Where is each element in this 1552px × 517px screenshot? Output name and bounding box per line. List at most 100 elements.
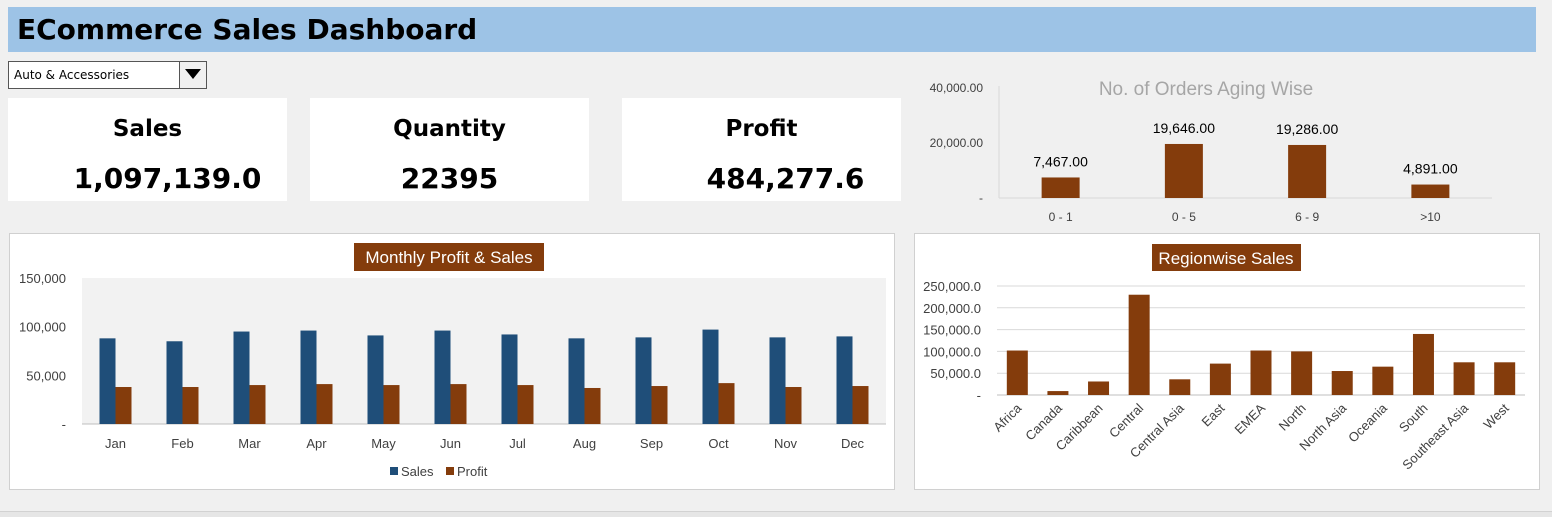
x-tick-label: Sep (640, 436, 663, 451)
legend-swatch (390, 467, 398, 475)
bar (1250, 350, 1272, 395)
kpi-card-profit: Profit 484,277.6 (622, 98, 901, 201)
region-chart-panel: Regionwise Sales - 50,000.0 100,000.0 150,00… (914, 233, 1540, 490)
bar (1291, 351, 1313, 395)
bar (1209, 363, 1231, 395)
x-tick-label: >10 (1420, 210, 1441, 224)
x-tick-label: Jun (440, 436, 461, 451)
bar (1006, 350, 1028, 395)
bar-profit (718, 383, 735, 424)
bar (1372, 366, 1394, 395)
kpi-card-quantity: Quantity 22395 (310, 98, 589, 201)
chart-title: No. of Orders Aging Wise (1099, 79, 1313, 100)
bar-profit (651, 386, 668, 424)
category-filter-dropdown[interactable]: Auto & Accessories (8, 61, 207, 89)
x-tick-label: 0 - 1 (1049, 210, 1073, 224)
bar-profit (785, 387, 802, 424)
x-tick-label: Jan (105, 436, 126, 451)
x-tick-label: Feb (171, 436, 193, 451)
bar-sales (836, 336, 853, 424)
bar-profit (584, 387, 601, 424)
bar (1411, 184, 1450, 198)
y-tick-label: 100,000 (19, 320, 66, 335)
bar (1164, 143, 1203, 198)
bar-sales (99, 338, 116, 424)
category-filter-value: Auto & Accessories (14, 68, 130, 82)
y-tick-label: 100,000.0 (923, 344, 981, 359)
y-tick-label: - (979, 191, 983, 205)
chart-title: Regionwise Sales (1158, 249, 1293, 268)
x-tick-label: Africa (990, 400, 1025, 435)
bar-sales (367, 335, 384, 424)
x-tick-label: Aug (573, 436, 596, 451)
bar (1088, 381, 1110, 395)
kpi-label: Sales (112, 116, 183, 142)
x-tick-label: 0 - 5 (1172, 210, 1196, 224)
bar-profit (383, 385, 400, 424)
bar-sales (300, 330, 317, 424)
x-tick-label: East (1199, 400, 1228, 429)
dashboard-header: ECommerce Sales Dashboard (8, 7, 1536, 52)
x-tick-label: 6 - 9 (1295, 210, 1319, 224)
chart-title: Monthly Profit & Sales (365, 248, 532, 267)
bar (1494, 362, 1516, 395)
kpi-value: 22395 (400, 162, 499, 195)
bar (1412, 333, 1434, 395)
bar-sales (568, 338, 585, 424)
sheet-bottom-edge (0, 511, 1552, 517)
bar (1047, 391, 1069, 395)
y-tick-label: 200,000.0 (923, 301, 981, 316)
kpi-label: Quantity (393, 116, 506, 142)
y-tick-label: 50,000.0 (930, 366, 981, 381)
bar-profit (450, 384, 467, 424)
bar (1128, 294, 1150, 395)
kpi-value: 1,097,139.0 (73, 162, 262, 195)
kpi-value: 484,277.6 (706, 162, 865, 195)
plot-area (82, 278, 886, 424)
bar (1041, 177, 1080, 198)
bar (1169, 379, 1191, 395)
x-tick-label: Central (1106, 400, 1146, 440)
y-tick-label: - (977, 388, 981, 403)
y-tick-label: 250,000.0 (923, 279, 981, 294)
x-tick-label: EMEA (1231, 400, 1268, 437)
bar (1331, 371, 1353, 395)
bar-sales (434, 330, 451, 424)
data-label: 7,467.00 (1033, 153, 1088, 169)
x-tick-label: Dec (841, 436, 865, 451)
data-label: 4,891.00 (1403, 161, 1458, 177)
bar-profit (316, 384, 333, 424)
y-tick-label: - (62, 417, 66, 432)
bar-profit (249, 385, 266, 424)
monthly-chart[interactable]: Monthly Profit & Sales - 50,000 100,000 150,… (10, 234, 894, 489)
bar-sales (501, 334, 518, 424)
y-tick-label: 150,000.0 (923, 323, 981, 338)
x-tick-label: Oceania (1345, 400, 1390, 445)
x-tick-label: Oct (708, 436, 729, 451)
x-tick-label: Apr (306, 436, 327, 451)
legend-swatch (446, 467, 454, 475)
chevron-down-icon (185, 69, 201, 79)
x-tick-label: South (1396, 401, 1431, 436)
bar-profit (852, 386, 869, 424)
legend-label: Sales (401, 464, 434, 479)
legend-label: Profit (457, 464, 488, 479)
aging-chart[interactable]: No. of Orders Aging Wise - 20,000.00 40,000… (905, 72, 1530, 232)
bar-sales (769, 337, 786, 424)
bar-sales (702, 329, 719, 424)
bar (1453, 362, 1475, 395)
dropdown-arrow-button[interactable] (179, 62, 206, 88)
data-label: 19,646.00 (1153, 120, 1215, 136)
y-tick-label: 40,000.00 (930, 81, 984, 95)
kpi-card-sales: Sales 1,097,139.0 (8, 98, 287, 201)
data-label: 19,286.00 (1276, 121, 1338, 137)
monthly-chart-panel: Monthly Profit & Sales - 50,000 100,000 150,… (9, 233, 895, 490)
bar-sales (233, 331, 250, 424)
bar (1288, 144, 1327, 198)
bar-sales (635, 337, 652, 424)
x-tick-label: May (371, 436, 396, 451)
y-tick-label: 50,000 (26, 368, 66, 383)
x-tick-label: North (1276, 401, 1309, 434)
bar-profit (182, 387, 199, 424)
region-chart[interactable]: Regionwise Sales - 50,000.0 100,000.0 150,00… (915, 234, 1539, 489)
